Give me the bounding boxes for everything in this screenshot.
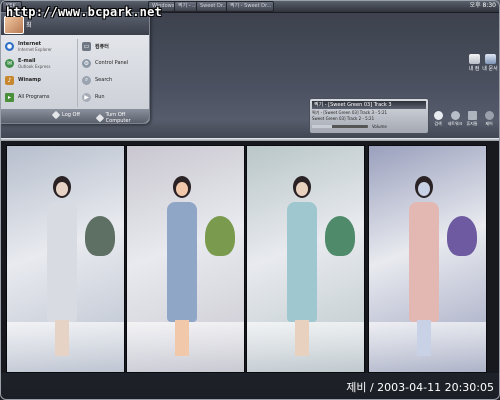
winamp-icon: ♪ bbox=[5, 75, 14, 85]
log-off-button[interactable]: Log Off bbox=[51, 110, 80, 120]
start-item-label: Internet bbox=[18, 40, 42, 47]
start-item-label: E-mail bbox=[18, 57, 36, 64]
all-programs-label: All Programs bbox=[18, 94, 50, 100]
taskbar-button[interactable]: 찍기 - Sweet Dr... bbox=[226, 1, 274, 12]
search-icon bbox=[433, 111, 443, 120]
mail-icon: ✉ bbox=[5, 58, 14, 68]
start-item-computer[interactable]: ▭ 컴퓨터 bbox=[82, 39, 150, 53]
computer-icon bbox=[468, 54, 480, 64]
taskbar-button[interactable]: Sweet Dr... bbox=[196, 1, 230, 12]
watermark-url: http://www.bcpark.net bbox=[6, 5, 162, 19]
run-icon: ▶ bbox=[82, 92, 91, 102]
tray-search[interactable]: 검색 bbox=[430, 111, 446, 127]
face bbox=[418, 182, 430, 196]
control-icon bbox=[484, 111, 494, 120]
seek-slider[interactable] bbox=[312, 125, 368, 128]
photo-strip bbox=[0, 141, 500, 373]
globe-icon: ● bbox=[5, 41, 14, 51]
person-figure bbox=[285, 176, 319, 356]
turn-off-button[interactable]: Turn Off Computer bbox=[95, 112, 149, 124]
plant bbox=[447, 216, 477, 256]
log-off-icon bbox=[51, 110, 61, 120]
power-icon bbox=[95, 113, 104, 123]
control-panel-icon: ⚙ bbox=[82, 58, 91, 68]
desktop-icon-label: 내 컴 bbox=[468, 66, 480, 72]
taskbar-clock: 오후 8:30 bbox=[469, 2, 496, 9]
start-item-label: Winamp bbox=[18, 77, 41, 83]
start-item-winamp[interactable]: ♪ Winamp bbox=[5, 73, 71, 87]
desktop-icon-documents[interactable]: 내 문서 bbox=[482, 54, 498, 72]
start-item-label: Run bbox=[95, 94, 105, 100]
tray-label: 제어 bbox=[485, 121, 493, 126]
turn-off-label: Turn Off Computer bbox=[105, 112, 131, 124]
tray-network[interactable]: 네트워크 bbox=[447, 111, 463, 127]
volume-label[interactable]: Volume bbox=[372, 124, 387, 129]
face bbox=[176, 182, 188, 196]
desktop-icon-computer[interactable]: 내 컴 bbox=[466, 54, 482, 72]
dress bbox=[409, 202, 439, 322]
photo-caption: 제비 / 2003-04-11 20:30:05 bbox=[346, 381, 494, 394]
start-item-label: 컴퓨터 bbox=[95, 43, 109, 50]
start-item-label: Search bbox=[95, 77, 113, 83]
start-item-internet[interactable]: ● Internet Internet Explorer bbox=[5, 39, 71, 53]
plant bbox=[325, 216, 355, 256]
legs bbox=[417, 320, 431, 356]
plant bbox=[85, 216, 115, 256]
search-icon: ⌕ bbox=[82, 75, 91, 85]
desktop-icon-label: 내 문서 bbox=[482, 66, 498, 72]
programs-icon: ▸ bbox=[5, 92, 14, 102]
legs bbox=[295, 320, 309, 356]
photo-2[interactable] bbox=[126, 145, 245, 373]
dress bbox=[287, 202, 317, 322]
user-name: 최 bbox=[26, 22, 32, 29]
start-item-email[interactable]: ✉ E-mail Outlook Express bbox=[5, 56, 71, 70]
start-item-sublabel: Internet Explorer bbox=[18, 46, 52, 52]
tray-control[interactable]: 제어 bbox=[481, 111, 497, 127]
photo-3[interactable] bbox=[246, 145, 365, 373]
face bbox=[296, 182, 308, 196]
dress bbox=[167, 202, 197, 322]
photo-1[interactable] bbox=[6, 145, 125, 373]
photo-4[interactable] bbox=[368, 145, 487, 373]
start-menu-footer: Log Off Turn Off Computer bbox=[1, 109, 149, 124]
start-item-label: Control Panel bbox=[95, 60, 129, 66]
start-item-control-panel[interactable]: ⚙ Control Panel bbox=[82, 56, 150, 70]
playlist-row[interactable]: Sweet Green 03] Track 2 - 5:21 bbox=[312, 116, 426, 122]
legs bbox=[55, 320, 69, 356]
tray-label: 휴지통 bbox=[466, 121, 478, 126]
person-figure bbox=[407, 176, 441, 356]
network-icon bbox=[450, 111, 460, 120]
start-item-sublabel: Outlook Express bbox=[18, 63, 51, 69]
tray-label: 검색 bbox=[434, 121, 442, 126]
seek-fill bbox=[312, 125, 332, 128]
media-title[interactable]: 찍기 - [Sweet Green 03] Track 3 bbox=[312, 101, 426, 109]
face bbox=[56, 182, 68, 196]
person-figure bbox=[45, 176, 79, 356]
dress bbox=[47, 202, 77, 322]
start-item-search[interactable]: ⌕ Search bbox=[82, 73, 150, 87]
computer-icon: ▭ bbox=[82, 41, 91, 51]
log-off-label: Log Off bbox=[62, 112, 80, 118]
start-menu-pinned: ● Internet Internet Explorer ✉ E-mail Outl… bbox=[5, 39, 71, 107]
recycle-bin-icon bbox=[467, 111, 477, 120]
person-figure bbox=[165, 176, 199, 356]
media-player: 찍기 - [Sweet Green 03] Track 3 찍기 - [Swee… bbox=[309, 98, 429, 134]
start-menu: 최 ● Internet Internet Explorer ✉ E-mail Ou… bbox=[0, 12, 150, 124]
legs bbox=[175, 320, 189, 356]
tray-label: 네트워크 bbox=[447, 121, 463, 126]
start-menu-places: ▭ 컴퓨터 ⚙ Control Panel ⌕ Search ▶ Run bbox=[77, 39, 150, 107]
tray-recycle[interactable]: 휴지통 bbox=[464, 111, 480, 127]
start-item-run[interactable]: ▶ Run bbox=[82, 90, 150, 104]
documents-icon bbox=[484, 54, 496, 64]
plant bbox=[205, 216, 235, 256]
all-programs[interactable]: ▸ All Programs bbox=[5, 90, 71, 104]
